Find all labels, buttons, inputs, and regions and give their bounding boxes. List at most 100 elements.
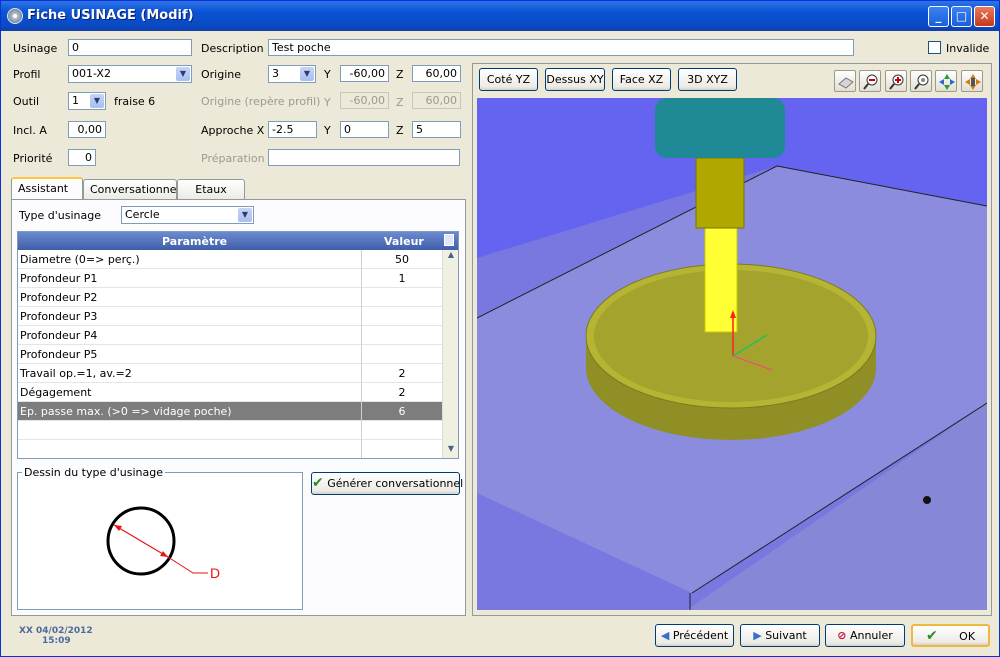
table-row[interactable]: Travail op.=1, av.=2 2 [18, 364, 442, 383]
param-column-header: Paramètre [162, 235, 228, 248]
diameter-arrow-start [114, 525, 122, 531]
param-cell: Travail op.=1, av.=2 [20, 367, 132, 380]
origine-z-input[interactable]: 60,00 [412, 65, 461, 82]
origine-y-input[interactable]: -60,00 [340, 65, 389, 82]
priorite-label: Priorité [13, 152, 53, 165]
column-separator [361, 345, 362, 364]
usinage-input[interactable]: 0 [68, 39, 192, 56]
repere-y-label: Y [324, 96, 331, 109]
zoom-in-button[interactable] [885, 70, 907, 92]
invalide-checkbox[interactable] [928, 41, 941, 54]
zoom-out-button[interactable] [859, 70, 881, 92]
table-scrollbar[interactable]: ▲ ▼ [442, 250, 458, 458]
preparation-label: Préparation [201, 152, 265, 165]
table-row[interactable]: Ep. passe max. (>0 => vidage poche) 6 [18, 402, 442, 421]
tool-shank [695, 157, 745, 229]
tab-assistant[interactable]: Assistant [11, 177, 83, 199]
origine-z-label: Z [396, 68, 404, 81]
table-header: Paramètre Valeur [18, 232, 458, 250]
description-input[interactable]: Test poche [268, 39, 854, 56]
view-cote-yz-button[interactable]: Coté YZ [479, 68, 538, 91]
annuler-button[interactable]: ⊘ Annuler [825, 624, 905, 647]
profil-select[interactable]: 001-X2 ▼ [68, 65, 192, 83]
minimize-button[interactable]: _ [928, 6, 949, 27]
origine-value: 3 [272, 67, 279, 80]
type-usinage-label: Type d'usinage [19, 209, 101, 222]
profil-value: 001-X2 [72, 67, 111, 80]
view-face-xz-button[interactable]: Face XZ [612, 68, 671, 91]
table-row[interactable]: Profondeur P3 [18, 307, 442, 326]
parameters-table: Paramètre Valeur Diametre (0=> perç.) 50 P… [17, 231, 459, 459]
approche-label: Approche X [201, 124, 265, 137]
chevron-down-icon: ▼ [90, 94, 104, 108]
param-cell: Dégagement [20, 386, 92, 399]
approche-y-input[interactable]: 0 [340, 121, 389, 138]
origine-y-label: Y [324, 68, 331, 81]
value-cell[interactable]: 1 [362, 272, 442, 285]
incl-input[interactable]: 0,00 [68, 121, 106, 138]
ok-label: OK [959, 630, 976, 643]
arrow-right-icon: ▶ [753, 629, 762, 642]
view-dessus-xy-button[interactable]: Dessus XY [545, 68, 605, 91]
zoom-fit-button[interactable] [910, 70, 932, 92]
table-row[interactable] [18, 440, 442, 458]
column-chooser-icon[interactable] [444, 234, 454, 246]
pan-button[interactable] [961, 70, 983, 92]
profil-label: Profil [13, 68, 41, 81]
check-icon: ✔ [925, 628, 938, 644]
footer-date: XX 04/02/2012 [19, 626, 93, 636]
value-cell[interactable]: 2 [362, 367, 442, 380]
table-row[interactable]: Profondeur P5 [18, 345, 442, 364]
value-cell[interactable]: 6 [362, 405, 442, 418]
tab-conversationnel[interactable]: Conversationnel [83, 179, 180, 199]
chevron-down-icon: ▼ [238, 208, 252, 222]
value-cell[interactable]: 50 [362, 253, 442, 266]
app-gear-icon [7, 8, 23, 24]
column-separator [361, 288, 362, 307]
window-title: Fiche USINAGE (Modif) [27, 8, 194, 23]
diameter-arrow-end [160, 551, 168, 557]
table-row[interactable]: Profondeur P2 [18, 288, 442, 307]
3d-viewport[interactable] [477, 98, 987, 610]
scroll-up-icon[interactable]: ▲ [443, 250, 458, 264]
table-row[interactable]: Profondeur P4 [18, 326, 442, 345]
column-separator [361, 440, 362, 458]
ok-button[interactable]: ✔ OK [911, 624, 990, 647]
priorite-input[interactable]: 0 [68, 149, 96, 166]
origine-select[interactable]: 3 ▼ [268, 65, 316, 83]
outil-select[interactable]: 1 ▼ [68, 92, 106, 110]
zoom-in-icon [889, 74, 904, 90]
outil-label: Outil [13, 95, 40, 108]
generer-conversationnel-button[interactable]: ✔ Générer conversationnel [311, 472, 464, 495]
approche-x-input[interactable]: -2.5 [268, 121, 317, 138]
3d-scene [477, 98, 987, 610]
param-cell: Diametre (0=> perç.) [20, 253, 140, 266]
table-row[interactable]: Dégagement 2 [18, 383, 442, 402]
value-cell[interactable]: 2 [362, 386, 442, 399]
precedent-button[interactable]: ◀ Précédent [655, 624, 734, 647]
close-button[interactable]: ✕ [974, 6, 995, 27]
precedent-label: Précédent [672, 629, 729, 642]
param-cell: Profondeur P4 [20, 329, 98, 342]
scroll-down-icon[interactable]: ▼ [443, 444, 458, 458]
tab-etaux[interactable]: Etaux [177, 179, 245, 199]
table-row[interactable]: Diametre (0=> perç.) 50 [18, 250, 442, 269]
param-cell: Profondeur P1 [20, 272, 98, 285]
preparation-input[interactable] [268, 149, 460, 166]
type-usinage-select[interactable]: Cercle ▼ [121, 206, 254, 224]
suivant-button[interactable]: ▶ Suivant [740, 624, 820, 647]
param-cell: Ep. passe max. (>0 => vidage poche) [20, 405, 232, 418]
approche-z-input[interactable]: 5 [412, 121, 461, 138]
table-row[interactable] [18, 421, 442, 440]
diameter-label: D [210, 565, 220, 581]
marker-dot [923, 496, 931, 504]
maximize-button[interactable]: □ [951, 6, 972, 27]
column-separator [361, 307, 362, 326]
table-row[interactable]: Profondeur P1 1 [18, 269, 442, 288]
cube-tool-button[interactable] [834, 70, 856, 92]
repere-y-input: -60,00 [340, 92, 389, 109]
rotate-button[interactable] [935, 70, 957, 92]
chevron-down-icon: ▼ [300, 67, 314, 81]
view-3d-xyz-button[interactable]: 3D XYZ [678, 68, 737, 91]
generer-label: Générer conversationnel [327, 477, 464, 490]
